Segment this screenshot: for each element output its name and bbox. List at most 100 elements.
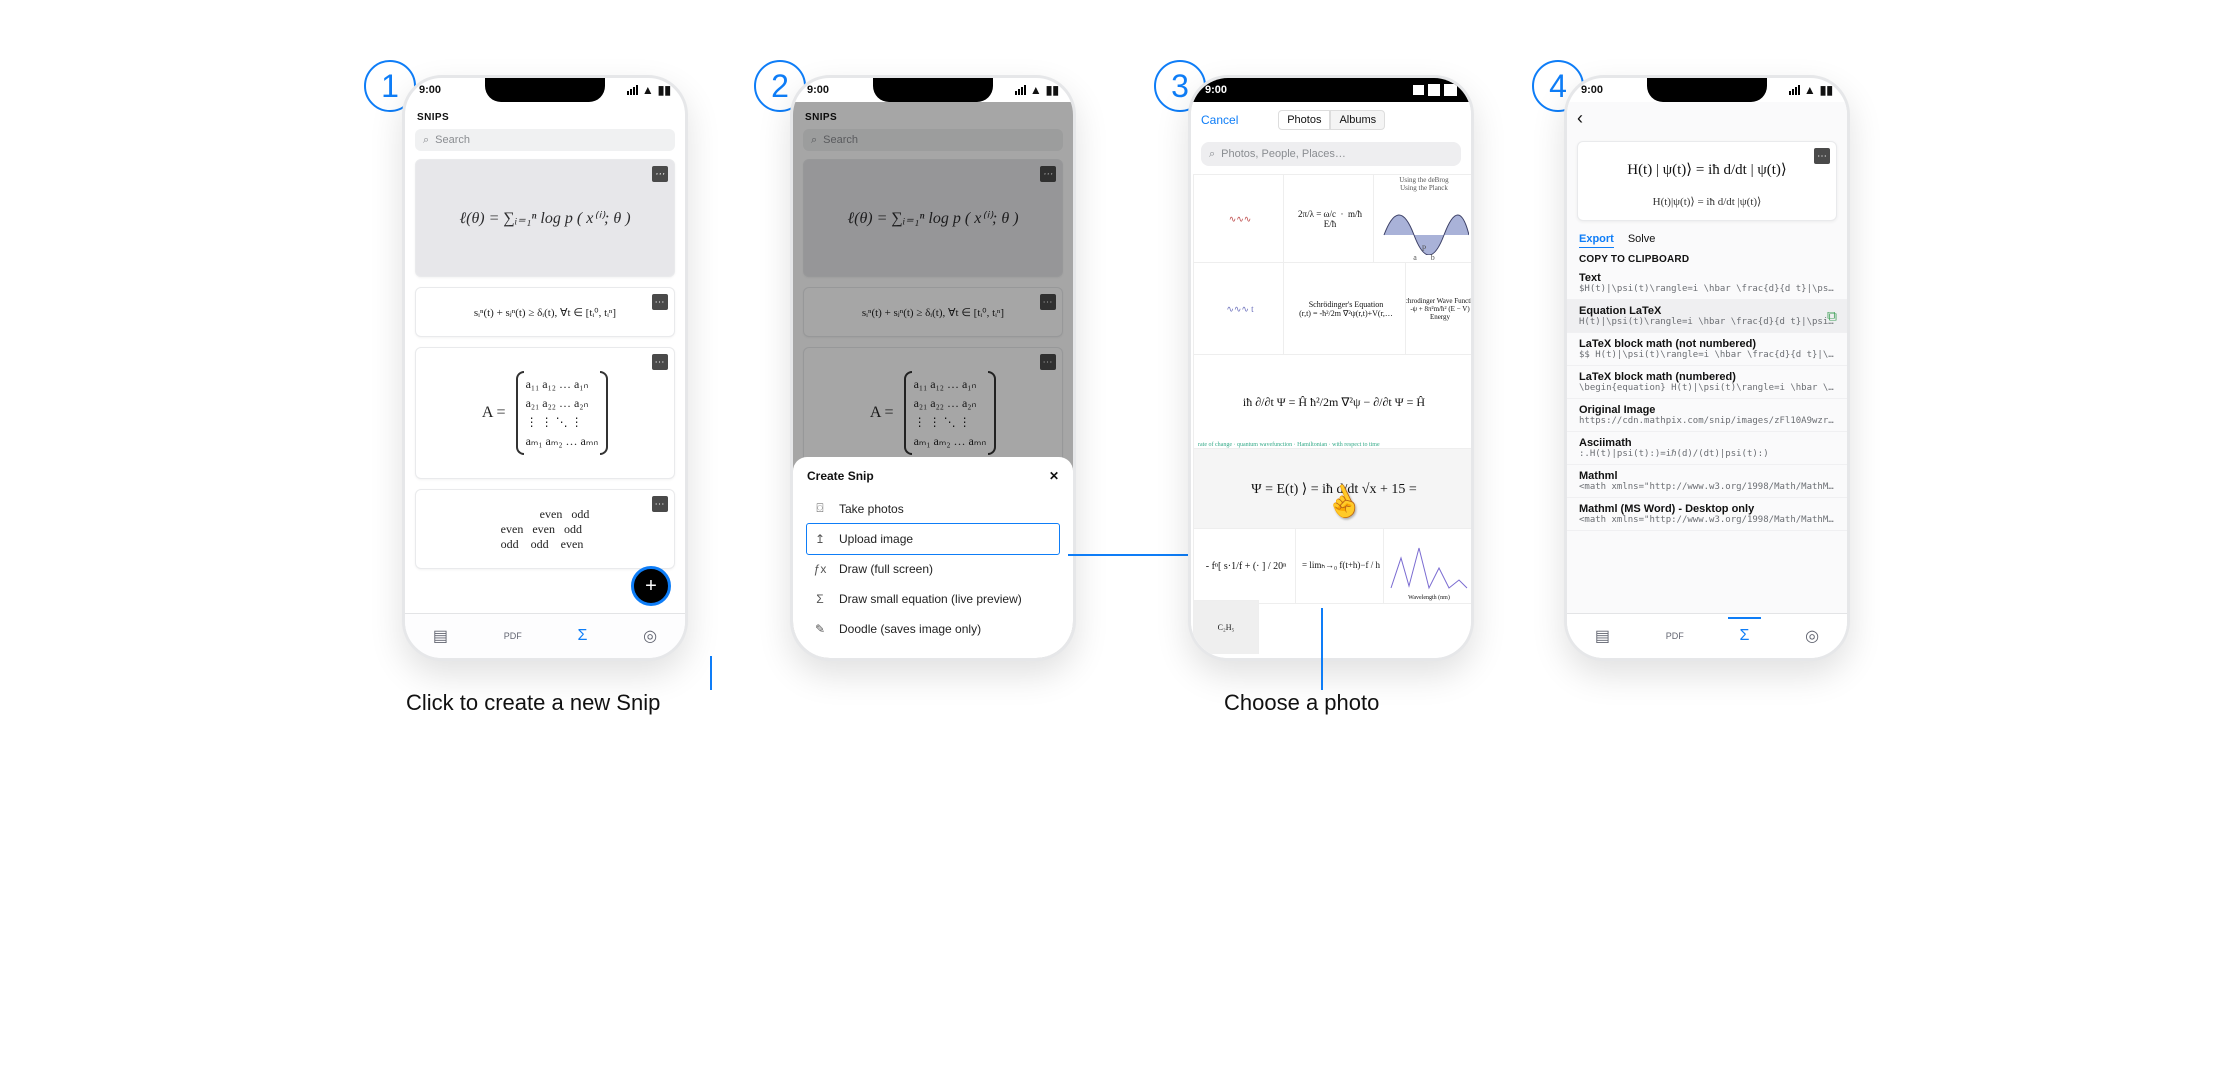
- create-snip-fab[interactable]: +: [631, 566, 671, 606]
- tab-document-icon[interactable]: ▤: [433, 626, 448, 646]
- copy-title: Mathml (MS Word) - Desktop only: [1579, 503, 1835, 515]
- snip-card-3[interactable]: ⋯ A = a₁₁ a₁₂ … a₁ₙ a₂₁ a₂₂ … a₂ₙ ⋮ ⋮ ⋱ …: [415, 347, 675, 479]
- status-bar: 9:00 ▲ ▮▮: [1191, 78, 1471, 102]
- segment-albums[interactable]: Albums: [1330, 110, 1385, 130]
- segmented-control[interactable]: Photos Albums: [1278, 110, 1385, 130]
- copy-item-text[interactable]: Text $H(t)|\psi(t)\rangle=i \hbar \frac{…: [1567, 267, 1847, 300]
- copy-item-mathml[interactable]: Mathml <math xmlns="http://www.w3.org/19…: [1567, 465, 1847, 498]
- sheet-item-draw-small[interactable]: Σ Draw small equation (live preview): [807, 584, 1059, 614]
- photo-tile[interactable]: 2π/λ = ω/c · m/ħ E/ħ: [1283, 174, 1377, 266]
- copy-value: <math xmlns="http://www.w3.org/1998/Math…: [1579, 482, 1835, 492]
- photo-tile[interactable]: Using the deBrog Using the Planck P a b: [1373, 174, 1471, 266]
- signal-icon: [1015, 85, 1026, 95]
- back-button[interactable]: ‹: [1567, 102, 1847, 135]
- clipboard-check-icon: ⧉: [1827, 308, 1837, 325]
- card-menu-button[interactable]: ⋯: [652, 166, 668, 182]
- phone-notch: [485, 78, 605, 102]
- picker-search-input[interactable]: ⌕ Photos, People, Places…: [1201, 142, 1461, 166]
- photo-grid: ∿∿∿ 2π/λ = ω/c · m/ħ E/ħ Using the deBro…: [1191, 174, 1471, 654]
- tab-document-icon[interactable]: ▤: [1595, 626, 1610, 646]
- sheet-item-doodle[interactable]: ✎ Doodle (saves image only): [807, 614, 1059, 644]
- copy-title: Equation LaTeX: [1579, 305, 1835, 317]
- card-menu-button[interactable]: ⋯: [652, 294, 668, 310]
- snip-card-1[interactable]: ⋯ ℓ(θ) = ∑ᵢ₌₁ⁿ log p ( x⁽ⁱ⁾; θ ): [415, 159, 675, 277]
- status-time: 9:00: [419, 84, 441, 96]
- copy-item-original-image[interactable]: Original Image https://cdn.mathpix.com/s…: [1567, 399, 1847, 432]
- tab-profile-icon[interactable]: ◎: [643, 626, 657, 646]
- tab-export[interactable]: Export: [1579, 233, 1614, 248]
- tab-solve[interactable]: Solve: [1628, 233, 1656, 248]
- close-icon[interactable]: ✕: [1049, 469, 1059, 483]
- photo-tile[interactable]: ∿∿∿ t: [1193, 262, 1287, 358]
- photo-tile[interactable]: Schrodinger Wave Function -ψ + 8π²m/ħ² (…: [1405, 262, 1471, 358]
- phone-step-1: 9:00 ▲ ▮▮ SNIPS ⌕ Search ⋯ ℓ(θ) = ∑ᵢ₌₁ⁿ …: [402, 75, 688, 661]
- photo-tile[interactable]: C₂H₅: [1193, 600, 1259, 654]
- sheet-item-draw[interactable]: ƒx Draw (full screen): [807, 554, 1059, 584]
- tab-pdf-icon[interactable]: PDF: [1666, 631, 1684, 641]
- sheet-item-upload-image[interactable]: ↥ Upload image: [807, 524, 1059, 554]
- copy-title: LaTeX block math (numbered): [1579, 371, 1835, 383]
- copy-item-latex-block-numbered[interactable]: LaTeX block math (numbered) \begin{equat…: [1567, 366, 1847, 399]
- photo-tile[interactable]: rate of change · quantum wavefunction · …: [1193, 354, 1471, 452]
- copy-item-asciimath[interactable]: Asciimath :.H(t)|psi(t):)=iℏ(d)/(dt)|psi…: [1567, 432, 1847, 465]
- signal-icon: [1789, 85, 1800, 95]
- matrix-prefix: A =: [482, 404, 506, 422]
- status-time: 9:00: [807, 84, 829, 96]
- status-time: 9:00: [1581, 84, 1603, 96]
- copy-title: LaTeX block math (not numbered): [1579, 338, 1835, 350]
- search-input[interactable]: ⌕ Search: [415, 129, 675, 151]
- snip-card-2[interactable]: ⋯ sᵢⁿ(t) + sⱼⁿ(t) ≥ δᵢ(t), ∀t ∈ [tᵢ⁰, tᵢ…: [415, 287, 675, 337]
- snip-equation: ℓ(θ) = ∑ᵢ₌₁ⁿ log p ( x⁽ⁱ⁾; θ ): [459, 208, 630, 228]
- connector-line-1: [710, 656, 712, 690]
- photo-thumb: Wavelength (nm): [1408, 595, 1450, 602]
- phone-step-3: 9:00 ▲ ▮▮ Cancel Photos Albums ⌕ Photos,…: [1188, 75, 1474, 661]
- photo-thumb: C₂H₅: [1218, 624, 1235, 633]
- copy-item-latex-block[interactable]: LaTeX block math (not numbered) $$ H(t)|…: [1567, 333, 1847, 366]
- copy-title: Text: [1579, 272, 1835, 284]
- tab-profile-icon[interactable]: ◎: [1805, 626, 1819, 646]
- snip-card-4[interactable]: ⋯ even odd even even odd odd odd even: [415, 489, 675, 569]
- result-card: ⋯ H(t) | ψ(t)⟩ = iħ d/dt | ψ(t)⟩ H(t)|ψ(…: [1577, 141, 1837, 221]
- fx-icon: ƒx: [811, 562, 829, 576]
- tab-snips-icon[interactable]: Σ: [1740, 627, 1750, 645]
- matrix-row: aₘ₁ aₘ₂ … aₘₙ: [526, 434, 599, 449]
- card-menu-button[interactable]: ⋯: [652, 496, 668, 512]
- segment-photos[interactable]: Photos: [1278, 110, 1330, 130]
- cancel-button[interactable]: Cancel: [1201, 113, 1238, 127]
- photo-thumb: iħ ∂/∂t Ψ = Ĥ ħ²/2m ∇²ψ − ∂/∂t Ψ = Ĥ: [1243, 396, 1425, 409]
- wifi-icon: ▲: [642, 84, 654, 96]
- photo-tile[interactable]: ∿∿∿: [1193, 174, 1287, 266]
- section-title: COPY TO CLIPBOARD: [1567, 250, 1847, 267]
- card-menu-button[interactable]: ⋯: [1814, 148, 1830, 164]
- signal-icon: [1413, 85, 1424, 95]
- signal-icon: [627, 85, 638, 95]
- result-equation-small: H(t)|ψ(t)⟩ = iħ d/dt |ψ(t)⟩: [1590, 195, 1824, 208]
- create-snip-sheet: Create Snip ✕ ⌼ Take photos ↥ Upload ima…: [793, 457, 1073, 658]
- copy-title: Original Image: [1579, 404, 1835, 416]
- step-num: 3: [1171, 68, 1189, 105]
- picker-search-placeholder: Photos, People, Places…: [1221, 148, 1346, 160]
- status-time: 9:00: [1205, 84, 1227, 96]
- bottom-tab-bar: ▤ PDF Σ ◎: [405, 613, 685, 658]
- photo-tile[interactable]: = limₕ→₀ f(t+h)−f / h: [1295, 528, 1387, 604]
- plus-icon: +: [645, 575, 657, 598]
- card-menu-button[interactable]: ⋯: [652, 354, 668, 370]
- picker-header: Cancel Photos Albums: [1191, 102, 1471, 138]
- tab-pdf-icon[interactable]: PDF: [504, 631, 522, 641]
- sheet-item-label: Upload image: [839, 532, 913, 546]
- copy-value: H(t)|\psi(t)\rangle=i \hbar \frac{d}{d t…: [1579, 317, 1835, 327]
- photo-tile[interactable]: Schrödinger's Equation (r,t) = -ħ²/2m ∇²…: [1283, 262, 1409, 358]
- tab-snips-icon[interactable]: Σ: [578, 627, 588, 645]
- copy-item-equation-latex[interactable]: ⧉ Equation LaTeX H(t)|\psi(t)\rangle=i \…: [1567, 300, 1847, 333]
- photo-tile[interactable]: Wavelength (nm): [1383, 528, 1471, 604]
- wifi-icon: ▲: [1030, 84, 1042, 96]
- photo-tile[interactable]: - fⁿ[ s·1/f + (· ] / 20ⁿ: [1193, 528, 1299, 604]
- upload-icon: ↥: [811, 532, 829, 546]
- sigma-icon: Σ: [811, 592, 829, 606]
- copy-item-mathml-msword[interactable]: Mathml (MS Word) - Desktop only <math xm…: [1567, 498, 1847, 531]
- sheet-item-label: Draw (full screen): [839, 562, 933, 576]
- copy-value: https://cdn.mathpix.com/snip/images/zFl1…: [1579, 416, 1835, 426]
- bottom-tab-bar: ▤ PDF Σ ◎: [1567, 613, 1847, 658]
- step-num: 2: [771, 68, 789, 105]
- sheet-item-take-photos[interactable]: ⌼ Take photos: [807, 493, 1059, 524]
